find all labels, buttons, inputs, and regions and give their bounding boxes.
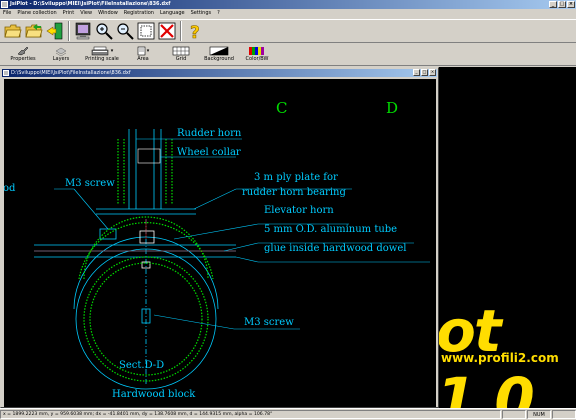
open-collection-button[interactable]	[24, 21, 44, 41]
close-button[interactable]: ×	[567, 1, 575, 8]
child-maximize-button[interactable]: □	[421, 69, 428, 76]
zoom-in-button[interactable]	[94, 21, 114, 41]
app-window: JsiPlot - D:\Sviluppo\MIEI\JsiPlot\FileI…	[0, 0, 576, 420]
help-question-icon: ?	[190, 23, 200, 40]
annotation-left-partial: od	[4, 183, 16, 194]
zoom-out-button[interactable]	[115, 21, 135, 41]
printing-scale-button[interactable]: ▾ Printing scale	[80, 44, 124, 63]
background-label: Background	[204, 56, 234, 62]
grid-button[interactable]: Grid	[162, 44, 200, 63]
properties-button[interactable]: Properties	[4, 44, 42, 63]
open-folder-icon	[4, 24, 22, 38]
svg-text:?: ?	[190, 23, 200, 40]
area-label: Area	[137, 56, 149, 62]
menu-help[interactable]: ?	[216, 9, 221, 18]
menu-view[interactable]: View	[79, 9, 93, 18]
zoom-in-icon	[96, 23, 113, 40]
menu-language[interactable]: Language	[159, 9, 186, 18]
label-d: D	[386, 99, 398, 117]
exit-door-icon	[46, 22, 63, 40]
folder-arrow-icon	[25, 24, 43, 38]
annotation-rudder-horn: Rudder horn	[177, 128, 242, 139]
drawing-canvas[interactable]: C D Rudder horn Wheel collar M3 screw 3 …	[4, 79, 436, 407]
background-url: www.profili2.com	[441, 351, 559, 365]
help-button[interactable]: ?	[185, 21, 205, 41]
open-button[interactable]	[3, 21, 23, 41]
layers-button[interactable]: Layers	[42, 44, 80, 63]
minimize-button[interactable]: _	[549, 1, 557, 8]
mdi-workspace[interactable]: ot 1.0 www.profili2.com D:\Sviluppo\MIEI…	[0, 67, 576, 408]
properties-label: Properties	[10, 56, 36, 62]
annotation-m3-screw-bottom: M3 screw	[244, 317, 294, 328]
chevron-down-icon[interactable]: ▾	[147, 48, 150, 54]
status-cell-1	[502, 410, 526, 419]
settings-toolbar: Properties Layers ▾ Printing scale ▾ Are…	[0, 44, 576, 66]
color-bw-label: Color/BW	[245, 56, 269, 62]
menu-plane-collection[interactable]: Plane collection	[16, 9, 57, 18]
annotation-m3-screw-top: M3 screw	[65, 178, 115, 189]
area-button[interactable]: ▾ Area	[124, 44, 162, 63]
child-close-button[interactable]: ×	[429, 69, 436, 76]
monitor-icon	[75, 22, 91, 40]
status-bar: x = 1899.2223 mm, y = 959.6038 mm; dx = …	[0, 408, 576, 420]
status-cell-3	[552, 410, 576, 419]
chevron-down-icon[interactable]: ▾	[111, 48, 114, 54]
annotation-section: Sect.D-D	[119, 360, 164, 371]
menu-registration[interactable]: Registration	[123, 9, 155, 18]
color-bars-icon	[249, 46, 264, 55]
zoom-window-icon	[137, 22, 155, 40]
window-title: JsiPlot - D:\Sviluppo\MIEI\JsiPlot\FileI…	[10, 1, 171, 7]
color-bw-button[interactable]: Color/BW	[238, 44, 276, 63]
toolbar-separator	[180, 21, 182, 41]
title-bar[interactable]: JsiPlot - D:\Sviluppo\MIEI\JsiPlot\FileI…	[0, 0, 576, 9]
layers-label: Layers	[52, 56, 70, 62]
background-button[interactable]: Background	[200, 44, 238, 63]
menu-bar: File Plane collection Print View Window …	[0, 9, 576, 18]
annotation-ply-plate-1: 3 m ply plate for	[254, 172, 338, 183]
printing-scale-label: Printing scale	[85, 56, 119, 62]
dxf-drawing: C D Rudder horn Wheel collar M3 screw 3 …	[4, 99, 430, 400]
annotation-glue-dowel: glue inside hardwood dowel	[264, 243, 406, 254]
printer-icon	[91, 46, 108, 55]
status-num: NUM	[527, 410, 551, 419]
document-icon[interactable]	[3, 70, 9, 76]
drawing-window-title: D:\Sviluppo\MIEI\JsiPlot\FileInstallazio…	[11, 70, 131, 76]
app-icon[interactable]	[1, 1, 8, 8]
toolbar-separator	[68, 21, 70, 41]
annotation-elevator-horn: Elevator horn	[264, 205, 334, 216]
menu-file[interactable]: File	[2, 9, 12, 18]
drawing-window-title-bar[interactable]: D:\Sviluppo\MIEI\JsiPlot\FileInstallazio…	[2, 69, 437, 77]
annotation-hardwood-block: Hardwood block	[112, 389, 196, 400]
layers-icon	[55, 47, 67, 56]
child-minimize-button[interactable]: _	[413, 69, 420, 76]
area-icon	[137, 46, 146, 55]
delete-button[interactable]	[157, 21, 177, 41]
background-icon	[209, 46, 229, 55]
grid-icon	[172, 46, 190, 55]
zoom-window-button[interactable]	[136, 21, 156, 41]
drawing-window: D:\Sviluppo\MIEI\JsiPlot\FileInstallazio…	[0, 67, 439, 408]
delete-cross-icon	[158, 22, 176, 40]
maximize-button[interactable]: □	[558, 1, 566, 8]
annotation-wheel-collar: Wheel collar	[177, 147, 241, 158]
label-c: C	[276, 99, 287, 117]
properties-icon	[17, 46, 29, 55]
main-toolbar: ?	[0, 19, 576, 43]
status-coordinates: x = 1899.2223 mm, y = 959.6038 mm; dx = …	[0, 410, 501, 419]
exit-button[interactable]	[45, 21, 65, 41]
menu-window[interactable]: Window	[97, 9, 119, 18]
menu-print[interactable]: Print	[62, 9, 76, 18]
zoom-out-icon	[117, 23, 134, 40]
grid-label: Grid	[175, 56, 187, 62]
menu-settings[interactable]: Settings	[190, 9, 213, 18]
print-preview-button[interactable]	[73, 21, 93, 41]
annotation-ply-plate-2: rudder horn bearing	[242, 187, 346, 198]
annotation-aluminum-tube: 5 mm O.D. aluminum tube	[264, 224, 397, 235]
